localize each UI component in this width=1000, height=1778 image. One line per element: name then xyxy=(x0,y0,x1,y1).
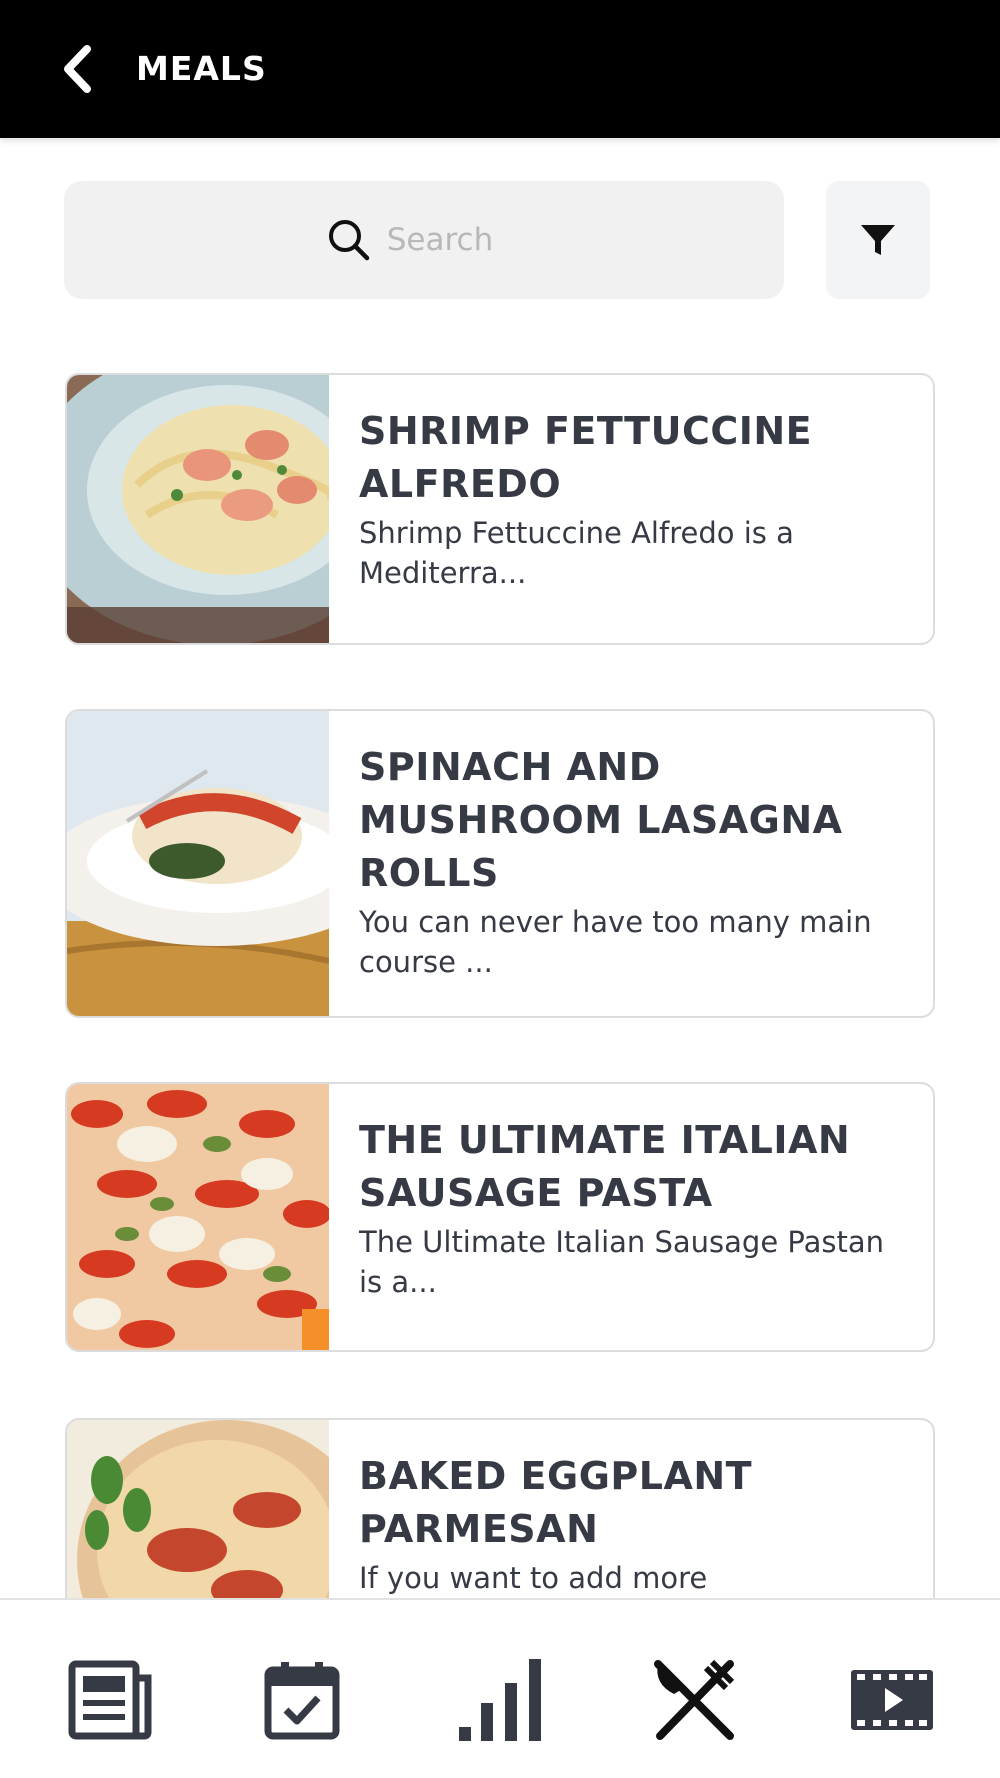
back-button[interactable] xyxy=(52,44,102,94)
meal-title: SPINACH AND MUSHROOM LASAGNA ROLLS xyxy=(359,745,843,895)
meal-card[interactable]: SPINACH AND MUSHROOM LASAGNA ROLLS You c… xyxy=(65,709,935,1018)
video-icon xyxy=(851,1670,933,1730)
meal-description: If you want to add more xyxy=(359,1561,708,1595)
filter-icon xyxy=(861,225,895,255)
nav-calendar[interactable] xyxy=(252,1650,352,1750)
nav-meals[interactable] xyxy=(644,1650,744,1750)
meal-card[interactable]: SHRIMP FETTUCCINE ALFREDO Shrimp Fettucc… xyxy=(65,373,935,645)
page-title: MEALS xyxy=(136,49,267,88)
search-icon xyxy=(328,220,369,261)
meal-card[interactable]: BAKED EGGPLANT PARMESAN If you want to a… xyxy=(65,1418,935,1598)
search-placeholder: Search xyxy=(386,222,494,258)
filter-button[interactable] xyxy=(826,181,930,299)
meal-title: THE ULTIMATE ITALIAN SAUSAGE PASTA xyxy=(359,1118,851,1215)
news-icon xyxy=(68,1660,152,1740)
chevron-left-icon xyxy=(64,45,91,93)
search-input[interactable]: Search xyxy=(64,181,784,299)
meal-description: You can never have too many main course … xyxy=(359,905,872,979)
meal-title: SHRIMP FETTUCCINE ALFREDO xyxy=(359,409,813,506)
meal-image xyxy=(67,375,329,643)
meal-description: The Ultimate Italian Sausage Pastan is a… xyxy=(359,1225,884,1299)
nav-stats[interactable] xyxy=(450,1650,550,1750)
nav-videos[interactable] xyxy=(842,1650,942,1750)
bottom-navigation xyxy=(0,1598,1000,1778)
app-header: MEALS xyxy=(0,0,1000,138)
meal-description: Shrimp Fettuccine Alfredo is a Mediterra… xyxy=(359,516,794,590)
nav-news[interactable] xyxy=(60,1650,160,1750)
meal-image xyxy=(67,1084,329,1350)
bar-chart-icon xyxy=(459,1659,541,1741)
meal-title: BAKED EGGPLANT PARMESAN xyxy=(359,1454,753,1551)
fork-knife-icon xyxy=(654,1659,735,1740)
meal-image xyxy=(67,711,329,1016)
meal-card[interactable]: THE ULTIMATE ITALIAN SAUSAGE PASTA The U… xyxy=(65,1082,935,1352)
meal-image xyxy=(67,1420,329,1598)
calendar-check-icon xyxy=(264,1662,340,1740)
